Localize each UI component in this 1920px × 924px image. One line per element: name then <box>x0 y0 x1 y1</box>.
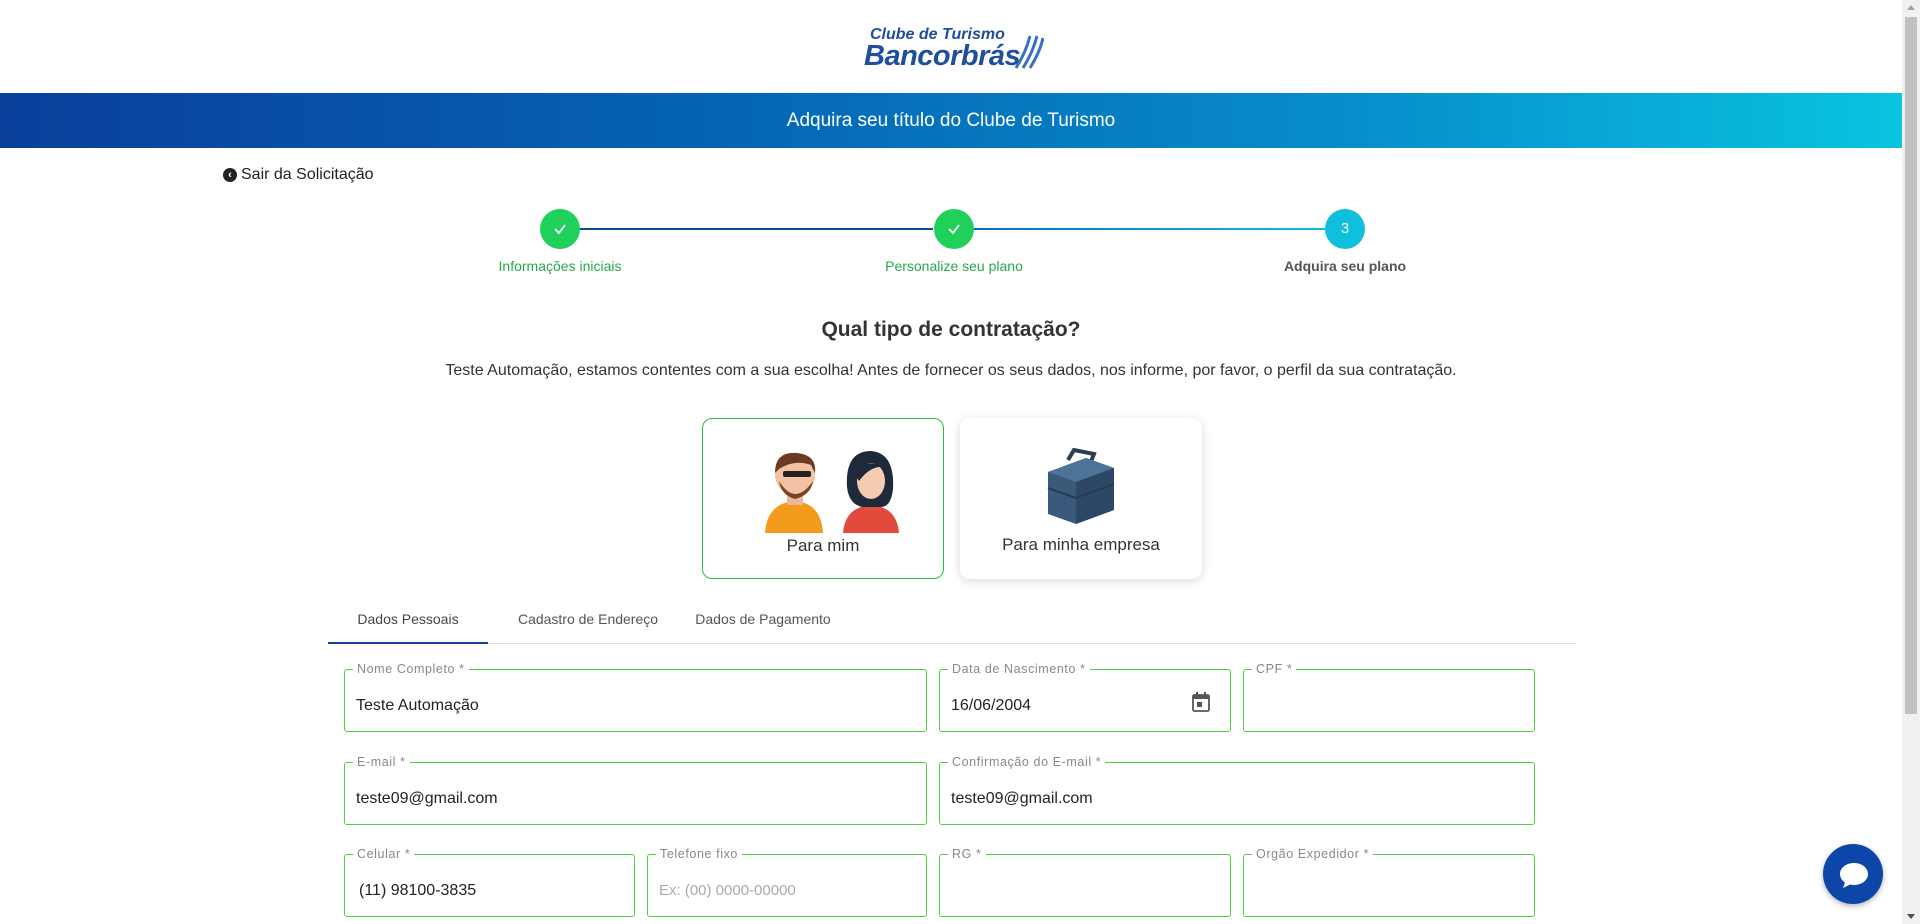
step-1-label: Informações iniciais <box>498 258 622 274</box>
scroll-up-icon[interactable] <box>1907 5 1915 10</box>
email-confirmation-field[interactable]: Confirmação do E-mail * <box>939 755 1535 825</box>
email-input[interactable] <box>356 790 887 808</box>
bancorbras-logo[interactable]: Clube de Turismo Bancorbrás <box>864 26 1044 72</box>
step-2-label: Personalize seu plano <box>885 258 1023 274</box>
step-3-label: Adquira seu plano <box>1283 258 1407 274</box>
question-title: Qual tipo de contratação? <box>821 318 1081 341</box>
email-confirmation-label: Confirmação do E-mail * <box>948 755 1106 769</box>
telefone-fixo-input[interactable] <box>659 882 887 899</box>
email-confirmation-input[interactable] <box>951 790 1495 808</box>
rg-field[interactable]: RG * <box>939 847 1231 917</box>
tab-dados-pessoais[interactable]: Dados Pessoais <box>328 598 488 644</box>
celular-field[interactable]: Celular * <box>344 847 635 917</box>
email-field[interactable]: E-mail * <box>344 755 927 825</box>
exit-request-link[interactable]: ‹ Sair da Solicitação <box>223 165 374 185</box>
cpf-label: CPF * <box>1252 662 1297 676</box>
chevron-left-circle-icon: ‹ <box>223 168 237 182</box>
nome-completo-input[interactable] <box>356 697 887 715</box>
stepper-connector-1 <box>580 228 933 230</box>
tab-dados-pagamento[interactable]: Dados de Pagamento <box>688 598 838 644</box>
tab-cadastro-endereco[interactable]: Cadastro de Endereço <box>503 598 673 644</box>
choice-personal-label: Para mim <box>786 536 860 555</box>
choice-company-card[interactable]: Para minha empresa <box>960 418 1202 579</box>
top-header: Clube de Turismo Bancorbrás <box>0 0 1902 93</box>
celular-input[interactable] <box>359 882 598 900</box>
email-label: E-mail * <box>353 755 410 769</box>
scroll-down-icon[interactable] <box>1907 914 1915 919</box>
logo-line2: Bancorbrás <box>864 40 1021 72</box>
step-3-circle: 3 <box>1325 209 1365 249</box>
step-2-circle <box>934 209 974 249</box>
question-subtitle: Teste Automação, estamos contentes com a… <box>445 362 1457 379</box>
banner-title: Adquira seu título do Clube de Turismo <box>786 110 1116 131</box>
chat-bubble-icon <box>1840 863 1868 888</box>
people-icon <box>765 451 899 533</box>
orgao-expedidor-input[interactable] <box>1255 882 1495 900</box>
telefone-fixo-label: Telefone fixo <box>656 847 742 861</box>
form-tabs: Dados Pessoais Cadastro de Endereço Dado… <box>328 598 1576 644</box>
telefone-fixo-field[interactable]: Telefone fixo <box>647 847 927 917</box>
briefcase-icon <box>1047 448 1115 524</box>
orgao-expedidor-field[interactable]: Orgão Expedidor * <box>1243 847 1535 917</box>
data-nascimento-field[interactable]: Data de Nascimento * <box>939 662 1231 732</box>
check-icon <box>948 224 960 235</box>
cpf-field[interactable]: CPF * <box>1243 662 1535 732</box>
nome-completo-field[interactable]: Nome Completo * <box>344 662 927 732</box>
data-nascimento-input[interactable] <box>951 697 1191 715</box>
rg-input[interactable] <box>951 882 1191 900</box>
logo-waves-icon <box>1014 35 1044 69</box>
page-banner: Adquira seu título do Clube de Turismo <box>0 93 1902 148</box>
check-icon <box>554 224 566 235</box>
orgao-expedidor-label: Orgão Expedidor * <box>1252 847 1374 861</box>
chat-button[interactable] <box>1823 844 1883 904</box>
cpf-input[interactable] <box>1255 697 1495 715</box>
stepper-connector-2 <box>974 228 1327 230</box>
celular-label: Celular * <box>353 847 415 861</box>
data-nascimento-label: Data de Nascimento * <box>948 662 1090 676</box>
nome-completo-label: Nome Completo * <box>353 662 469 676</box>
rg-label: RG * <box>948 847 986 861</box>
calendar-icon[interactable] <box>1192 692 1210 712</box>
step-1-circle <box>540 209 580 249</box>
choice-company-label: Para minha empresa <box>1002 535 1160 554</box>
choice-personal-card[interactable]: Para mim <box>702 418 944 579</box>
exit-request-label: Sair da Solicitação <box>241 166 374 183</box>
scrollbar-thumb[interactable] <box>1905 17 1917 714</box>
page-scrollbar[interactable] <box>1902 0 1920 924</box>
